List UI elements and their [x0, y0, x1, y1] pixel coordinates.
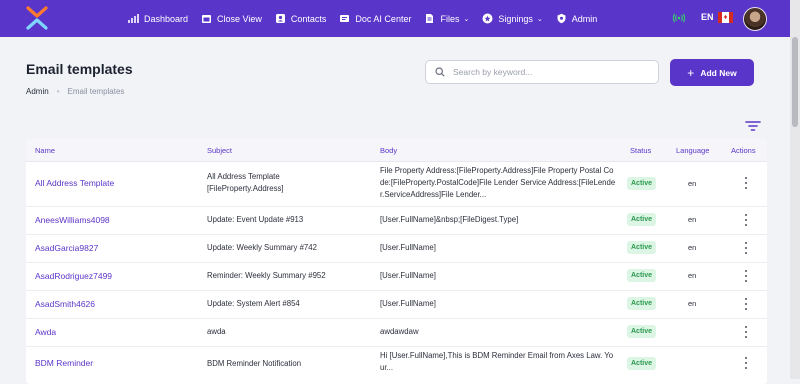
template-name-link[interactable]: Awda — [35, 327, 56, 337]
language-selector[interactable]: EN — [701, 12, 714, 22]
more-actions-icon[interactable] — [743, 298, 749, 310]
search-box[interactable] — [425, 60, 659, 84]
column-header-actions: Actions — [731, 146, 756, 155]
nav-admin[interactable]: Admin — [556, 13, 598, 24]
template-body: [User.FullName] — [380, 271, 436, 280]
plus-icon: + — [687, 65, 695, 80]
template-name-link[interactable]: AsadRodriguez7499 — [35, 271, 112, 281]
more-actions-icon[interactable] — [743, 214, 749, 226]
document-icon — [339, 13, 350, 24]
table-row[interactable]: AsadGarcia9827 Update: Weekly Summary #7… — [26, 234, 767, 263]
column-header-name[interactable]: Name — [35, 146, 55, 155]
breadcrumb-current: Email templates — [67, 87, 125, 96]
column-header-status[interactable]: Status — [630, 146, 651, 155]
status-badge: Active — [627, 241, 657, 254]
nav-label: Contacts — [290, 13, 327, 24]
table-row[interactable]: BDM Reminder BDM Reminder Notification H… — [26, 346, 767, 384]
table-row[interactable]: AsadRodriguez7499 Reminder: Weekly Summa… — [26, 262, 767, 291]
breadcrumb-admin[interactable]: Admin — [26, 87, 49, 96]
nav-contacts[interactable]: Contacts — [275, 13, 327, 24]
template-subject: Update: Event Update #913 — [207, 215, 304, 224]
more-actions-icon[interactable] — [743, 242, 749, 254]
nav-close-view[interactable]: Close View — [201, 13, 262, 24]
template-language: en — [688, 215, 697, 224]
table-row[interactable]: AneesWilliams4098 Update: Event Update #… — [26, 206, 767, 235]
more-actions-icon[interactable] — [743, 326, 749, 338]
search-input[interactable] — [451, 66, 645, 78]
signal-icon[interactable] — [673, 13, 685, 23]
template-language: en — [688, 243, 697, 252]
template-subject: Update: Weekly Summary #742 — [207, 243, 317, 252]
column-header-subject[interactable]: Subject — [207, 146, 232, 155]
template-body: [User.FullName] — [380, 299, 436, 308]
chart-icon — [128, 13, 139, 24]
table-header: Name Subject Body Status Language Action… — [26, 139, 767, 162]
template-body: [User.FullName] — [380, 243, 436, 252]
filter-icon[interactable] — [745, 120, 761, 132]
template-subject: BDM Reminder Notification — [207, 359, 302, 368]
nav-label: Signings — [498, 13, 533, 24]
more-actions-icon[interactable] — [743, 270, 749, 282]
nav-label: Admin — [571, 13, 598, 24]
status-badge: Active — [627, 325, 657, 338]
template-subject: Update: System Alert #854 — [207, 299, 300, 308]
page-title: Email templates — [26, 61, 133, 77]
main-nav: Dashboard Close View Contacts Doc AI Cen… — [128, 0, 610, 37]
nav-label: Doc AI Center — [355, 13, 412, 24]
nav-signings[interactable]: Signings ⌄ — [482, 13, 543, 24]
template-name-link[interactable]: All Address Template — [35, 178, 114, 188]
template-subject: Reminder: Weekly Summary #952 — [207, 271, 326, 280]
table-row[interactable]: AsadSmith4626 Update: System Alert #854 … — [26, 290, 767, 319]
template-subject: awda — [207, 327, 226, 336]
column-header-body[interactable]: Body — [380, 146, 397, 155]
nav-label: Files — [440, 13, 460, 24]
chevron-down-icon: ⌄ — [463, 15, 470, 23]
template-language: en — [688, 271, 697, 280]
canada-flag-icon[interactable]: ♦ — [718, 12, 733, 23]
template-body: Hi [User.FullName],This is BDM Reminder … — [380, 351, 614, 372]
template-body: awdawdaw — [380, 327, 419, 336]
breadcrumb: Admin • Email templates — [26, 87, 124, 96]
nav-label: Dashboard — [144, 13, 189, 24]
shield-icon — [556, 13, 567, 24]
template-body: File Property Address:[FileProperty.Addr… — [380, 166, 616, 199]
email-templates-table: Name Subject Body Status Language Action… — [26, 139, 767, 384]
nav-files[interactable]: Files ⌄ — [424, 13, 469, 24]
column-header-language[interactable]: Language — [676, 146, 709, 155]
add-new-button[interactable]: + Add New — [670, 59, 754, 86]
nav-label: Close View — [217, 13, 262, 24]
template-language: en — [688, 179, 697, 188]
scrollbar-thumb[interactable] — [792, 37, 798, 127]
logo-icon[interactable] — [25, 5, 49, 31]
template-name-link[interactable]: BDM Reminder — [35, 358, 93, 368]
status-badge: Active — [627, 297, 657, 310]
status-badge: Active — [627, 269, 657, 282]
template-name-link[interactable]: AsadGarcia9827 — [35, 243, 98, 253]
status-badge: Active — [627, 357, 657, 370]
table-row[interactable]: All Address Template All Address Templat… — [26, 161, 767, 207]
template-subject: All Address Template [FileProperty.Addre… — [207, 172, 284, 193]
breadcrumb-separator: • — [56, 87, 60, 96]
nav-doc-ai-center[interactable]: Doc AI Center — [339, 13, 411, 24]
top-navbar: Dashboard Close View Contacts Doc AI Cen… — [0, 0, 800, 37]
template-body: [User.FullName]&nbsp;[FileDigest.Type] — [380, 215, 519, 224]
status-badge: Active — [627, 177, 657, 190]
add-new-label: Add New — [700, 67, 737, 78]
more-actions-icon[interactable] — [743, 357, 749, 369]
badge-star-icon — [482, 13, 493, 24]
template-language: en — [688, 299, 697, 308]
status-badge: Active — [627, 213, 657, 226]
chevron-down-icon: ⌄ — [536, 15, 543, 23]
calendar-icon — [201, 13, 212, 24]
more-actions-icon[interactable] — [743, 177, 749, 189]
nav-dashboard[interactable]: Dashboard — [128, 13, 188, 24]
contact-card-icon — [275, 13, 286, 24]
table-row[interactable]: Awda awda awdawdaw Active — [26, 318, 767, 347]
search-icon — [435, 67, 445, 77]
avatar[interactable] — [743, 7, 767, 31]
file-icon — [424, 13, 435, 24]
template-name-link[interactable]: AneesWilliams4098 — [35, 215, 110, 225]
template-name-link[interactable]: AsadSmith4626 — [35, 299, 95, 309]
